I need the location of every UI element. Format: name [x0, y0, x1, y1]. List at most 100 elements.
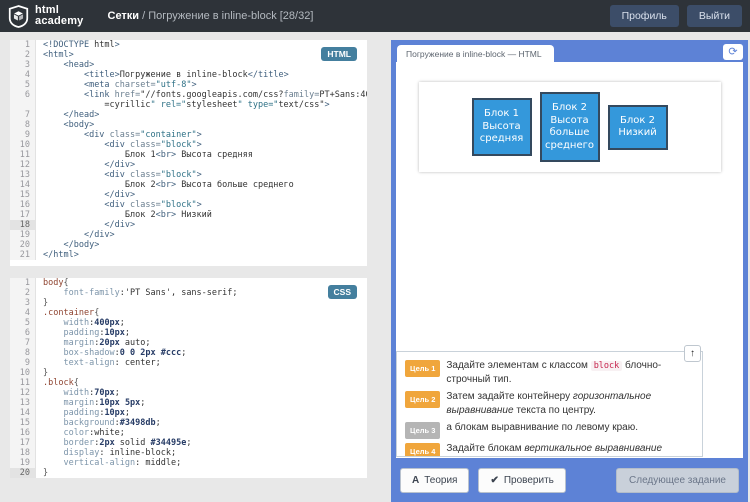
line-content: Блок 2<br> Высота больше среднего	[36, 180, 294, 190]
emphasis-text: горизонтальное выравнивание	[446, 391, 651, 416]
code-line[interactable]: 21</html>	[10, 250, 367, 260]
line-number: 6	[10, 90, 36, 100]
code-line[interactable]: 14 padding:10px;	[10, 408, 367, 418]
preview-viewport: Блок 1Высота средняяБлок 2Высота больше …	[396, 62, 743, 458]
css-editor-badge: CSS	[328, 285, 357, 299]
code-line[interactable]: 2 font-family:'PT Sans', sans-serif;	[10, 288, 367, 298]
refresh-button[interactable]: ⟳	[723, 44, 743, 60]
line-content: text-align: center;	[36, 358, 161, 368]
line-number: 14	[10, 408, 36, 418]
line-content: Блок 1<br> Высота средняя	[36, 150, 253, 160]
code-line[interactable]: 2<html>	[10, 50, 367, 60]
code-line[interactable]: 7 margin:20px auto;	[10, 338, 367, 348]
preview-tab[interactable]: Погружение в inline-block — HTML	[397, 45, 554, 62]
line-number: 2	[10, 288, 36, 298]
code-line[interactable]: 15 background:#3498db;	[10, 418, 367, 428]
theory-icon: А	[412, 475, 419, 486]
line-content: <link href="//fonts.googleapis.com/css?f…	[36, 90, 367, 100]
line-content: display: inline-block;	[36, 448, 176, 458]
breadcrumb-course-link[interactable]: Сетки	[108, 10, 140, 22]
code-line[interactable]: 20 </body>	[10, 240, 367, 250]
line-number: 1	[10, 40, 36, 50]
code-line[interactable]: 9 text-align: center;	[10, 358, 367, 368]
html-code-area[interactable]: 1<!DOCTYPE html>2<html>3 <head>4 <title>…	[10, 40, 367, 260]
line-content: width:70px;	[36, 388, 120, 398]
goals-list: Цель 1Задайте элементам с классом block …	[405, 359, 694, 457]
profile-button[interactable]: Профиль	[610, 5, 679, 27]
check-button[interactable]: ✔ Проверить	[478, 468, 565, 493]
line-number: 12	[10, 160, 36, 170]
line-content: <div class="block">	[36, 200, 202, 210]
code-line[interactable]: 14 Блок 2<br> Высота больше среднего	[10, 180, 367, 190]
code-line[interactable]: 8 box-shadow:0 0 2px #ccc;	[10, 348, 367, 358]
code-line[interactable]: 17 border:2px solid #34495e;	[10, 438, 367, 448]
code-line[interactable]: 10 <div class="block">	[10, 140, 367, 150]
line-number: 21	[10, 250, 36, 260]
code-line[interactable]: 18 display: inline-block;	[10, 448, 367, 458]
line-number: 11	[10, 150, 36, 160]
breadcrumb: Сетки / Погружение в inline-block [28/32…	[108, 10, 314, 22]
code-line[interactable]: 8 <body>	[10, 120, 367, 130]
line-content: vertical-align: middle;	[36, 458, 181, 468]
goal-text: а блокам выравнивание по левому краю.	[446, 421, 638, 439]
line-number: 10	[10, 140, 36, 150]
css-editor[interactable]: CSS 1body{2 font-family:'PT Sans', sans-…	[10, 278, 367, 478]
html-editor[interactable]: HTML 1<!DOCTYPE html>2<html>3 <head>4 <t…	[10, 40, 367, 266]
code-line[interactable]: 11 Блок 1<br> Высота средняя	[10, 150, 367, 160]
goal-item: Цель 1Задайте элементам с классом block …	[405, 359, 694, 387]
goal-item: Цель 4 Задайте блокам вертикальное выравн…	[405, 442, 694, 457]
next-task-button[interactable]: Следующее задание	[616, 468, 739, 493]
goal-badge: Цель 4	[405, 443, 440, 457]
code-line[interactable]: 6 padding:10px;	[10, 328, 367, 338]
code-line[interactable]: 20}	[10, 468, 367, 478]
goal-text: Задайте блокам вертикальное выравнивание…	[446, 442, 694, 457]
logout-button[interactable]: Выйти	[687, 5, 742, 27]
theory-button[interactable]: А Теория	[400, 468, 469, 493]
code-line[interactable]: 13 margin:10px 5px;	[10, 398, 367, 408]
code-line[interactable]: 1<!DOCTYPE html>	[10, 40, 367, 50]
line-number: 12	[10, 388, 36, 398]
code-line[interactable]: 16 <div class="block">	[10, 200, 367, 210]
code-line[interactable]: 10}	[10, 368, 367, 378]
line-number: 5	[10, 318, 36, 328]
logo-text: html academy	[35, 5, 84, 27]
line-content: </div>	[36, 190, 135, 200]
code-line[interactable]: 4 <title>Погружение в inline-block</titl…	[10, 70, 367, 80]
code-line[interactable]: 11.block{	[10, 378, 367, 388]
code-line[interactable]: 1body{	[10, 278, 367, 288]
code-line[interactable]: 17 Блок 2<br> Низкий	[10, 210, 367, 220]
code-line[interactable]: 7 </head>	[10, 110, 367, 120]
code-line[interactable]: 13 <div class="block">	[10, 170, 367, 180]
code-line[interactable]: 16 color:white;	[10, 428, 367, 438]
html-academy-logo[interactable]: html academy	[0, 5, 84, 28]
line-number: 3	[10, 298, 36, 308]
code-line[interactable]: 5 width:400px;	[10, 318, 367, 328]
code-line[interactable]: 4.container{	[10, 308, 367, 318]
code-line[interactable]: 3}	[10, 298, 367, 308]
breadcrumb-task: / Погружение в inline-block [28/32]	[139, 10, 313, 22]
code-line[interactable]: 15 </div>	[10, 190, 367, 200]
code-line[interactable]: 18 </div>	[10, 220, 367, 230]
code-line[interactable]: 3 <head>	[10, 60, 367, 70]
line-content: background:#3498db;	[36, 418, 161, 428]
code-line[interactable]: 19 </div>	[10, 230, 367, 240]
preview-tab-title: Погружение в inline-block — HTML	[406, 49, 542, 59]
line-number: 8	[10, 120, 36, 130]
line-number: 19	[10, 458, 36, 468]
css-code-area[interactable]: 1body{2 font-family:'PT Sans', sans-seri…	[10, 278, 367, 478]
check-icon: ✔	[490, 475, 498, 486]
code-line[interactable]: 5 <meta charset="utf-8">	[10, 80, 367, 90]
code-line[interactable]: 19 vertical-align: middle;	[10, 458, 367, 468]
code-line[interactable]: 12 </div>	[10, 160, 367, 170]
line-content: </body>	[36, 240, 99, 250]
line-number: 6	[10, 328, 36, 338]
line-number: 16	[10, 200, 36, 210]
line-number: 9	[10, 130, 36, 140]
goal-badge: Цель 3	[405, 422, 440, 439]
code-line[interactable]: 9 <div class="container">	[10, 130, 367, 140]
code-line[interactable]: 12 width:70px;	[10, 388, 367, 398]
code-line[interactable]: 6 <link href="//fonts.googleapis.com/css…	[10, 90, 367, 100]
collapse-goals-button[interactable]: ↑	[684, 345, 701, 362]
line-content: </div>	[36, 220, 135, 230]
code-line[interactable]: =cyrillic" rel="stylesheet" type="text/c…	[10, 100, 367, 110]
